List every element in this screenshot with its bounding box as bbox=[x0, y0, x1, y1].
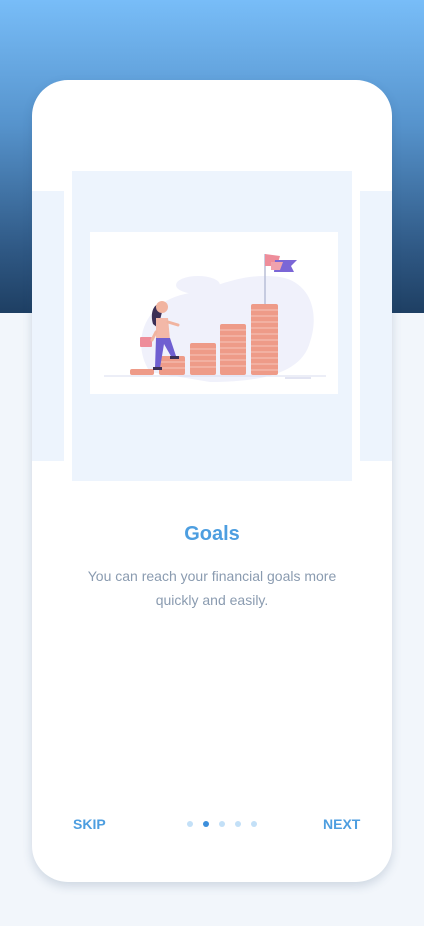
skip-button[interactable]: SKIP bbox=[73, 816, 106, 832]
pagination-dot-active[interactable] bbox=[203, 821, 209, 827]
next-slide-peek[interactable] bbox=[360, 191, 392, 461]
slide-description: You can reach your financial goals more … bbox=[87, 568, 337, 608]
cloud-shape bbox=[176, 276, 220, 294]
pagination-dot[interactable] bbox=[187, 821, 193, 827]
slide-title: Goals bbox=[184, 523, 240, 545]
next-button[interactable]: NEXT bbox=[323, 816, 360, 832]
coin-stack-3 bbox=[190, 343, 216, 375]
coin-stack-4 bbox=[220, 324, 246, 375]
pagination-dot[interactable] bbox=[219, 821, 225, 827]
coin-stack-1 bbox=[130, 369, 154, 375]
pagination-dot[interactable] bbox=[235, 821, 241, 827]
previous-slide-peek[interactable] bbox=[32, 191, 64, 461]
pagination-dot[interactable] bbox=[251, 821, 257, 827]
goals-illustration bbox=[90, 232, 338, 394]
